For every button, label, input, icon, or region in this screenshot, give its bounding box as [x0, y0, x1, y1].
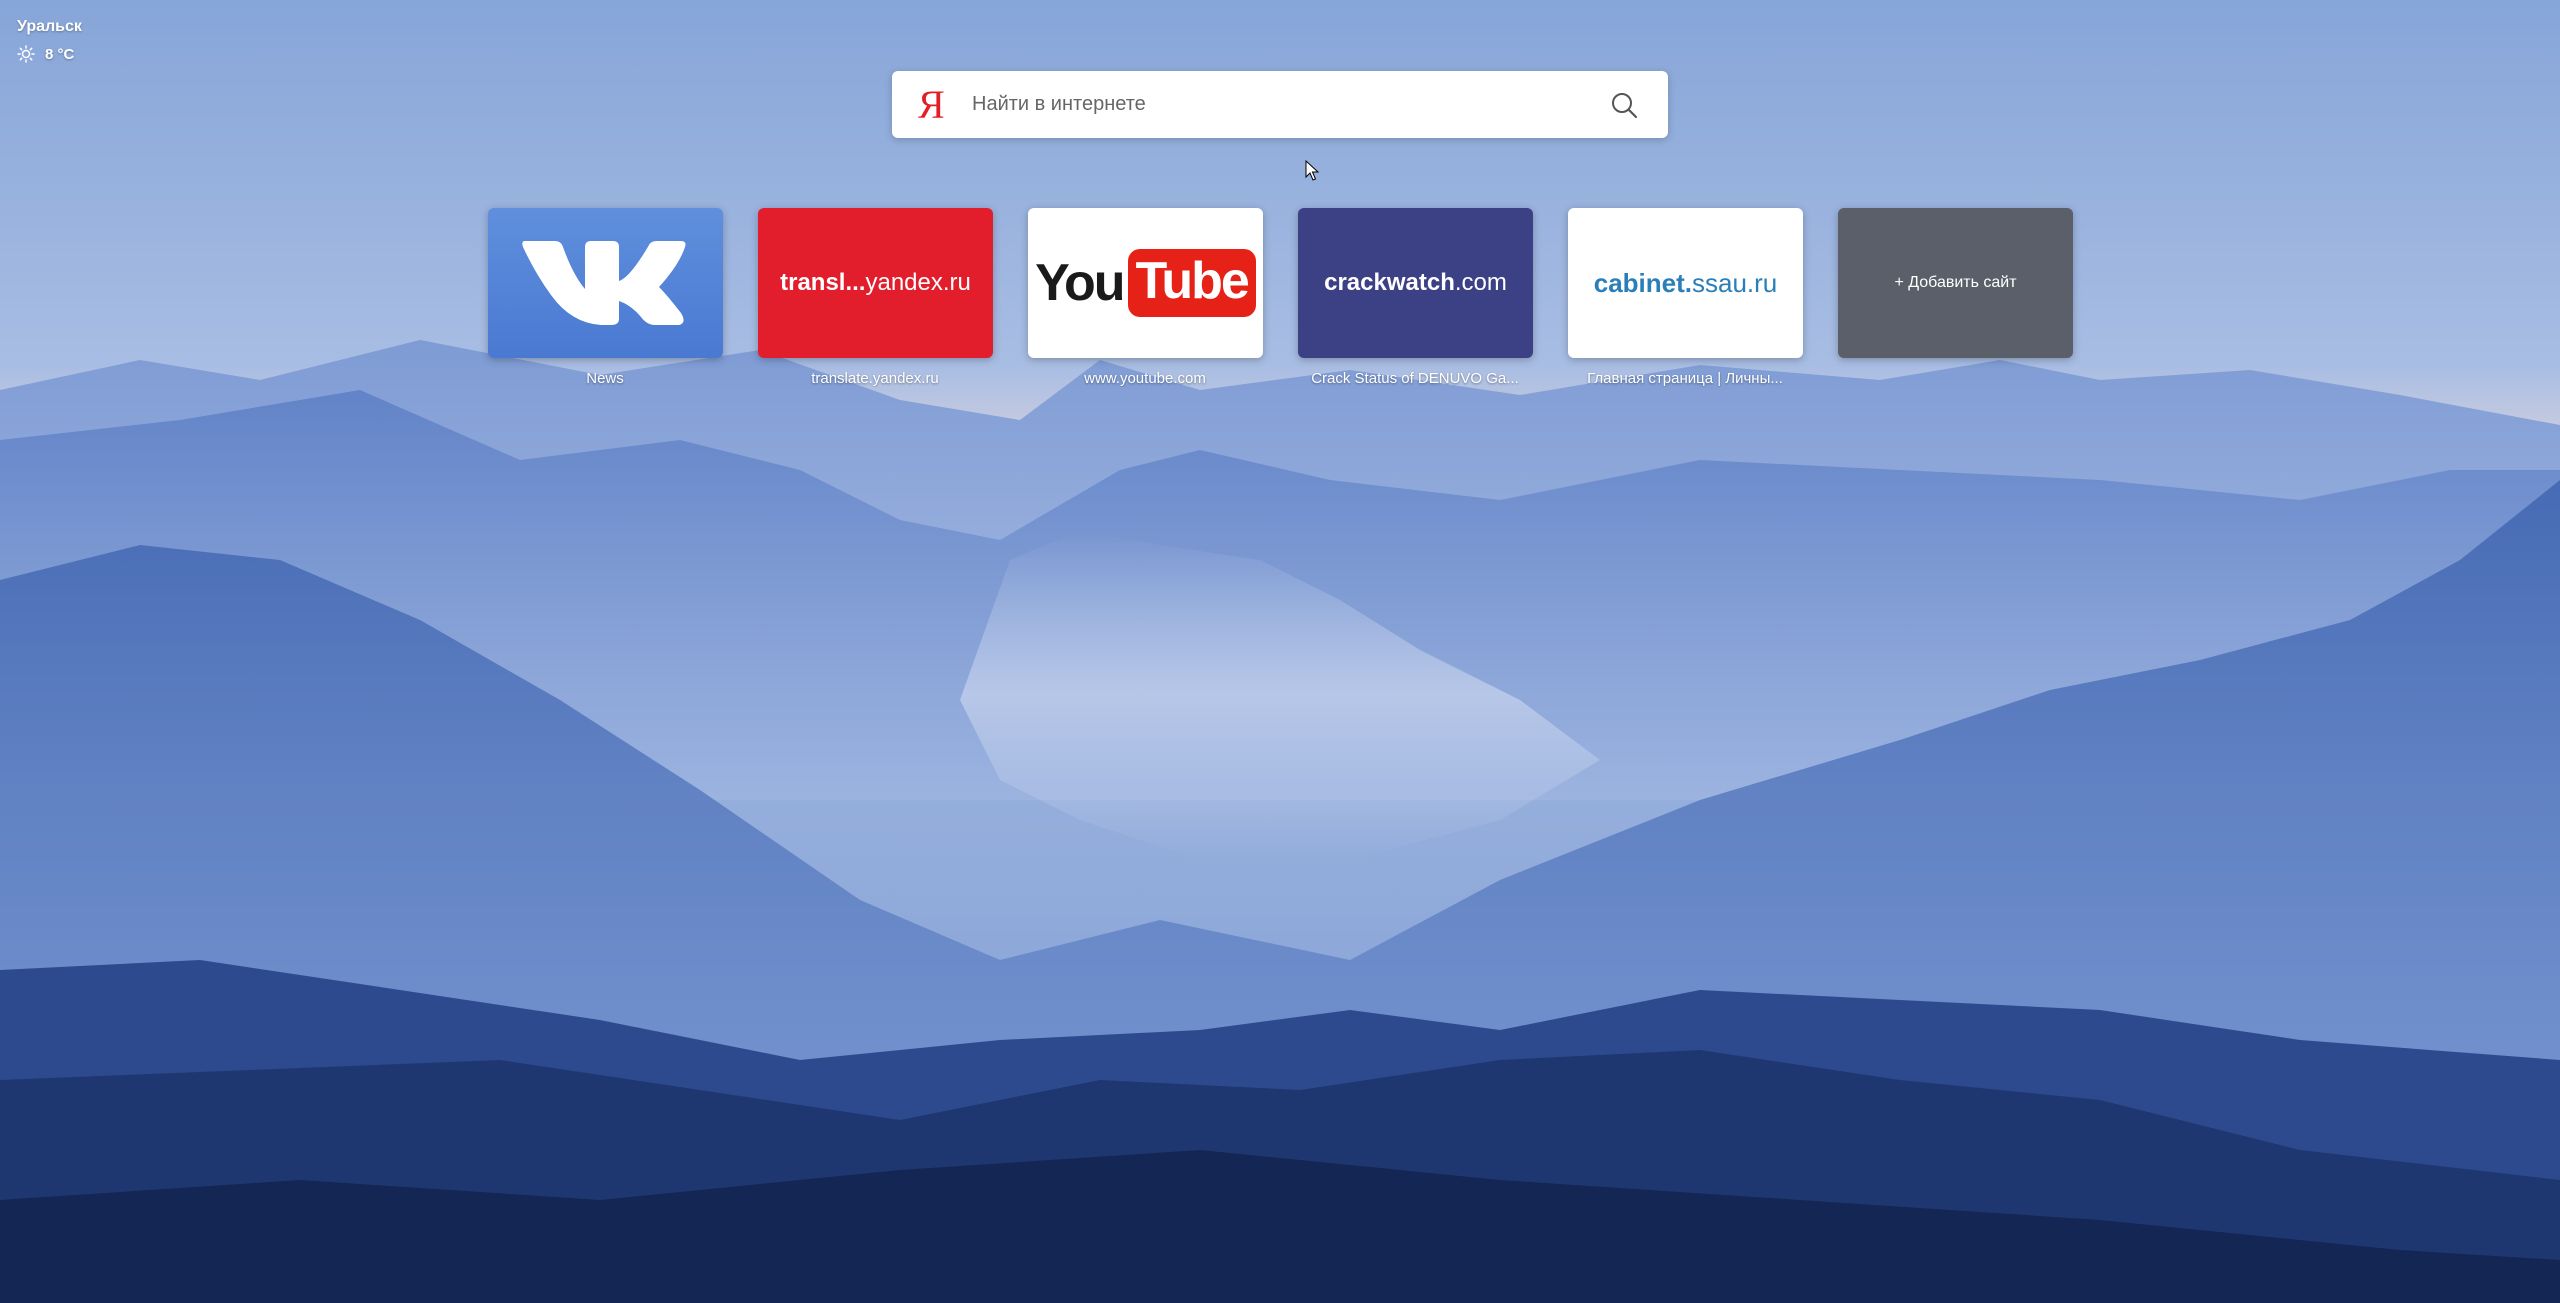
- crackwatch-logo-text-a: crackwatch: [1324, 269, 1455, 296]
- cabinet-logo-text-a: cabinet.: [1593, 267, 1692, 298]
- translate-logo-text-a: transl...: [780, 269, 866, 296]
- add-site-button[interactable]: + Добавить сайт: [1838, 208, 2073, 358]
- weather-widget[interactable]: Уральск 8 °C: [17, 18, 82, 63]
- search-input[interactable]: [968, 93, 1594, 116]
- sun-icon: [17, 45, 35, 63]
- tile-crackwatch-label: Crack Status of DENUVO Ga...: [1311, 370, 1519, 387]
- weather-temperature-row: 8 °C: [17, 45, 82, 63]
- tile-translate-yandex[interactable]: transl... yandex.ru: [758, 208, 993, 358]
- tile-vk[interactable]: [488, 208, 723, 358]
- youtube-logo-you: You: [1035, 254, 1125, 312]
- youtube-logo: You Tube: [1035, 249, 1256, 317]
- youtube-logo-tube: Tube: [1127, 249, 1256, 317]
- tile-crackwatch[interactable]: crackwatch .com: [1298, 208, 1533, 358]
- yandex-logo: Я: [918, 81, 945, 127]
- tile-youtube[interactable]: You Tube: [1028, 208, 1263, 358]
- cabinet-logo-text-b: ssau.ru: [1691, 267, 1778, 298]
- search-bar[interactable]: Я: [892, 71, 1668, 138]
- tile-cabinet-ssau[interactable]: cabinet. ssau.ru: [1568, 208, 1803, 358]
- mountain-background: [0, 0, 2560, 1303]
- tile-cabinet-ssau-label: Главная страница | Личны...: [1587, 370, 1783, 387]
- vk-logo: [521, 241, 685, 325]
- tile-youtube-label: www.youtube.com: [1084, 370, 1206, 387]
- weather-city: Уральск: [17, 18, 82, 35]
- mouse-cursor-icon: [1305, 160, 1319, 181]
- crackwatch-logo-text-b: .com: [1454, 269, 1507, 296]
- add-site-label: + Добавить сайт: [1894, 274, 2017, 291]
- tile-vk-label: News: [586, 370, 624, 387]
- translate-logo-text-b: yandex.ru: [865, 269, 971, 296]
- weather-temperature: 8 °C: [45, 45, 75, 63]
- tile-translate-yandex-label: translate.yandex.ru: [811, 370, 939, 387]
- search-icon[interactable]: [1594, 75, 1654, 135]
